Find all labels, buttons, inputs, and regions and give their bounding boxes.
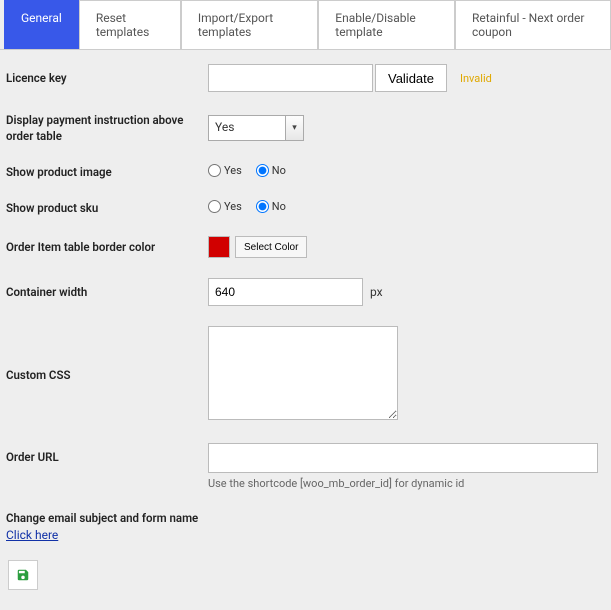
label-container-width: Container width <box>6 284 208 300</box>
licence-input[interactable] <box>208 64 373 92</box>
radio-label: No <box>272 164 286 177</box>
label-show-sku: Show product sku <box>6 200 208 216</box>
color-swatch[interactable] <box>208 236 230 258</box>
save-icon <box>16 568 30 582</box>
radio-label: No <box>272 200 286 213</box>
row-change-subject: Change email subject and form name Click… <box>6 510 605 542</box>
select-value: Yes <box>209 116 285 140</box>
chevron-down-icon[interactable]: ▾ <box>285 116 303 140</box>
label-licence: Licence key <box>6 70 208 86</box>
show-image-yes[interactable]: Yes <box>208 164 242 177</box>
radio-input[interactable] <box>208 200 221 213</box>
unit-label: px <box>370 285 383 299</box>
row-payment-instruction: Display payment instruction above order … <box>6 112 605 144</box>
label-show-image: Show product image <box>6 164 208 180</box>
row-order-url: Order URL Use the shortcode [woo_mb_orde… <box>6 443 605 490</box>
show-sku-no[interactable]: No <box>256 200 286 213</box>
licence-status: Invalid <box>460 72 492 85</box>
row-container-width: Container width px <box>6 278 605 306</box>
container-width-input[interactable] <box>208 278 363 306</box>
radio-input[interactable] <box>256 164 269 177</box>
row-licence: Licence key Validate Invalid <box>6 64 605 92</box>
tab-enable-disable[interactable]: Enable/Disable template <box>318 0 455 49</box>
label-change-subject: Change email subject and form name <box>6 510 198 526</box>
radio-input[interactable] <box>208 164 221 177</box>
save-button[interactable] <box>8 560 38 590</box>
click-here-link[interactable]: Click here <box>6 528 58 542</box>
show-image-no[interactable]: No <box>256 164 286 177</box>
row-show-sku: Show product sku Yes No <box>6 200 605 216</box>
radio-label: Yes <box>224 200 242 213</box>
tab-reset-templates[interactable]: Reset templates <box>79 0 181 49</box>
custom-css-textarea[interactable] <box>208 326 398 420</box>
validate-button[interactable]: Validate <box>375 64 447 92</box>
label-payment-instruction: Display payment instruction above order … <box>6 112 208 144</box>
radio-input[interactable] <box>256 200 269 213</box>
row-border-color: Order Item table border color Select Col… <box>6 236 605 258</box>
order-url-input[interactable] <box>208 443 598 473</box>
label-order-url: Order URL <box>6 443 208 465</box>
label-custom-css: Custom CSS <box>6 367 208 383</box>
show-sku-yes[interactable]: Yes <box>208 200 242 213</box>
label-border-color: Order Item table border color <box>6 239 208 255</box>
tabs: General Reset templates Import/Export te… <box>0 0 611 50</box>
tab-general[interactable]: General <box>4 0 79 49</box>
tab-import-export[interactable]: Import/Export templates <box>181 0 318 49</box>
order-url-hint: Use the shortcode [woo_mb_order_id] for … <box>208 477 605 490</box>
payment-instruction-select[interactable]: Yes ▾ <box>208 115 304 141</box>
radio-label: Yes <box>224 164 242 177</box>
row-custom-css: Custom CSS <box>6 326 605 423</box>
select-color-button[interactable]: Select Color <box>235 236 307 258</box>
settings-content: Licence key Validate Invalid Display pay… <box>0 50 611 610</box>
tab-retainful[interactable]: Retainful - Next order coupon <box>455 0 611 49</box>
row-show-image: Show product image Yes No <box>6 164 605 180</box>
